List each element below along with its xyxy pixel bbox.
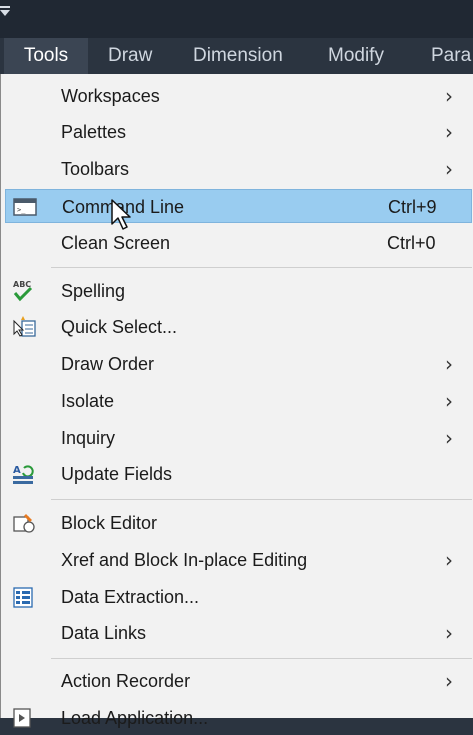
- submenu-arrow-icon: ›: [445, 548, 453, 572]
- menu-parametric[interactable]: Para: [431, 38, 471, 74]
- submenu-arrow-icon: ›: [445, 120, 453, 144]
- menu-item-command-line[interactable]: >_ Command Line Ctrl+9: [5, 189, 472, 223]
- command-line-icon: >_: [12, 195, 38, 219]
- menu-item-label: Spelling: [61, 281, 126, 301]
- svg-text:A: A: [13, 465, 21, 476]
- block-editor-icon: [11, 511, 37, 535]
- menu-item-label: Data Links: [61, 623, 147, 643]
- spelling-icon: ABC: [11, 279, 37, 303]
- menu-item-block-editor[interactable]: Block Editor: [5, 506, 472, 540]
- menu-item-spelling[interactable]: ABC Spelling: [5, 274, 472, 308]
- menu-item-load-application[interactable]: Load Application...: [5, 701, 472, 735]
- menu-modify[interactable]: Modify: [328, 38, 384, 74]
- submenu-arrow-icon: ›: [445, 352, 453, 376]
- menu-item-toolbars[interactable]: Toolbars ›: [5, 152, 472, 186]
- menu-item-data-links[interactable]: Data Links ›: [5, 616, 472, 650]
- menu-item-isolate[interactable]: Isolate ›: [5, 384, 472, 418]
- menu-separator: [51, 658, 472, 659]
- menu-item-inquiry[interactable]: Inquiry ›: [5, 421, 472, 455]
- menu-item-quick-select[interactable]: Quick Select...: [5, 310, 472, 344]
- submenu-arrow-icon: ›: [445, 669, 453, 693]
- data-extraction-icon: [11, 585, 37, 609]
- menu-dimension[interactable]: Dimension: [193, 38, 283, 74]
- menu-item-update-fields[interactable]: A Update Fields: [5, 457, 472, 491]
- menu-bar: Tools Draw Dimension Modify Para: [0, 38, 473, 75]
- menu-item-label: Palettes: [61, 122, 127, 142]
- menu-item-workspaces[interactable]: Workspaces ›: [5, 79, 472, 113]
- quick-access-bar-icon[interactable]: [0, 6, 10, 8]
- submenu-arrow-icon: ›: [445, 426, 453, 450]
- update-fields-icon: A: [11, 462, 37, 486]
- title-bar: [0, 0, 473, 38]
- dropdown-caret-icon[interactable]: [0, 10, 10, 16]
- menu-tools[interactable]: Tools: [4, 38, 88, 74]
- menu-item-label: Block Editor: [61, 513, 158, 533]
- menu-item-label: Xref and Block In-place Editing: [61, 550, 308, 570]
- menu-item-label: Clean Screen: [61, 233, 171, 253]
- menu-item-label: Update Fields: [61, 464, 173, 484]
- menu-item-label: Workspaces: [61, 86, 160, 106]
- submenu-arrow-icon: ›: [445, 621, 453, 645]
- shortcut-label: Ctrl+0: [387, 233, 436, 253]
- submenu-arrow-icon: ›: [445, 389, 453, 413]
- submenu-arrow-icon: ›: [445, 157, 453, 181]
- load-application-icon: [11, 706, 37, 730]
- submenu-arrow-icon: ›: [445, 84, 453, 108]
- mouse-cursor-icon: [111, 199, 131, 230]
- tools-dropdown-menu: Workspaces › Palettes › Toolbars › >_ Co…: [0, 74, 473, 728]
- svg-text:ABC: ABC: [13, 280, 31, 289]
- menu-item-label: Draw Order: [61, 354, 155, 374]
- menu-item-draw-order[interactable]: Draw Order ›: [5, 347, 472, 381]
- menu-item-label: Quick Select...: [61, 317, 178, 337]
- menu-item-label: Toolbars: [61, 159, 130, 179]
- menu-item-action-recorder[interactable]: Action Recorder ›: [5, 664, 472, 698]
- menu-item-palettes[interactable]: Palettes ›: [5, 115, 472, 149]
- menu-item-label: Action Recorder: [61, 671, 191, 691]
- menu-item-label: Load Application...: [61, 708, 209, 728]
- svg-text:>_: >_: [17, 206, 26, 214]
- menu-separator: [51, 267, 472, 268]
- quick-select-icon: [11, 315, 37, 339]
- menu-item-clean-screen[interactable]: Clean Screen Ctrl+0: [5, 226, 472, 260]
- menu-item-label: Inquiry: [61, 428, 116, 448]
- menu-item-data-extraction[interactable]: Data Extraction...: [5, 580, 472, 614]
- menu-item-label: Isolate: [61, 391, 115, 411]
- menu-item-label: Data Extraction...: [61, 587, 200, 607]
- shortcut-label: Ctrl+9: [388, 197, 437, 217]
- menu-item-xref-block-inplace[interactable]: Xref and Block In-place Editing ›: [5, 543, 472, 577]
- menu-draw[interactable]: Draw: [108, 38, 152, 74]
- menu-separator: [51, 499, 472, 500]
